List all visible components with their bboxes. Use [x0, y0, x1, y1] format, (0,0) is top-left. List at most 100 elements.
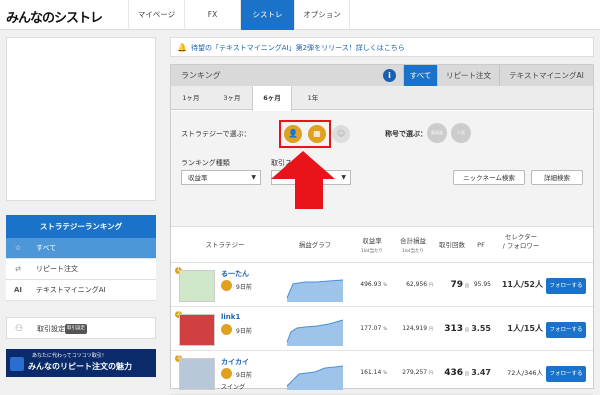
total-value: 279,257	[402, 369, 428, 376]
pf-cell: 95.95	[473, 281, 491, 288]
follow-button[interactable]: フォローする	[546, 278, 586, 294]
selector-cell: 11人/52人	[501, 280, 543, 289]
table-row[interactable]: 2 link1 9日前 177.07 % 124,919 円 313 回 3.5…	[171, 308, 593, 351]
strategy-thumbnail	[179, 358, 215, 390]
notice-text: 待望の「テキストマイニングAI」第2弾をリリース！詳しくはこちら	[191, 44, 405, 52]
yen-unit: 円	[429, 326, 433, 331]
updated-ago: 9日前	[236, 372, 252, 379]
user-icon	[221, 368, 232, 379]
nickname-search-button[interactable]: ニックネーム検索	[453, 170, 525, 185]
yen-unit: 円	[429, 282, 433, 287]
col-rate-sub: 1lot当たり	[360, 249, 384, 254]
total-cell: 279,257 円	[391, 358, 433, 388]
follow-button[interactable]: フォローする	[546, 366, 586, 382]
main-content: 🔔 待望の「テキストマイニングAI」第2弾をリリース！詳しくはこちら ランキング…	[170, 37, 594, 395]
follow-button[interactable]: フォローする	[546, 322, 586, 338]
settings-badge: 取引設定	[65, 324, 87, 334]
profit-graph	[286, 365, 344, 390]
total-value: 62,956	[406, 281, 428, 288]
banner-subtitle: あなたに代わってコツコツ取引！	[32, 353, 107, 359]
col-rate[interactable]: 収益率 1lot当たり	[355, 237, 389, 256]
updated-ago: 9日前	[236, 328, 252, 335]
trade-settings-label: 取引設定	[37, 325, 65, 333]
nav-tab-fx[interactable]: FX	[184, 0, 240, 30]
percent-unit: %	[383, 326, 387, 331]
ranking-kind-select[interactable]: 収益率 ▼	[181, 170, 261, 185]
sidebar-item-ai[interactable]: AI テキストマイニングAI	[6, 280, 156, 301]
ai-icon: AI	[13, 286, 23, 294]
ranking-title: ランキング	[181, 71, 221, 80]
percent-unit: %	[383, 370, 387, 375]
total-cell: 62,956 円	[391, 270, 433, 300]
ranking-kind-value: 収益率	[188, 174, 208, 182]
ranking-kind-label: ランキング種類	[181, 159, 230, 167]
rate-cell: 177.07 %	[351, 314, 387, 344]
rate-value: 177.07	[360, 325, 382, 332]
col-selector-label: セレクター	[504, 233, 538, 241]
trade-settings-link[interactable]: ⚇ 取引設定 取引設定	[6, 317, 156, 339]
user-strategy-icon[interactable]: 👤	[284, 125, 302, 143]
sidebar-item-all[interactable]: ☆ すべて	[6, 238, 156, 259]
user-icon: ⚇	[15, 324, 24, 334]
period-3m[interactable]: 3ヶ月	[212, 86, 252, 110]
count-cell: 436 回	[435, 358, 469, 389]
sidebar-item-repeat[interactable]: ⇄ リピート注文	[6, 259, 156, 280]
count-cell: 79 回	[435, 270, 469, 301]
ranking-header: ランキング i すべて リピート注文 テキストマイニングAI	[171, 65, 593, 86]
rate-value: 161.14	[360, 369, 382, 376]
detail-search-button[interactable]: 詳細検索	[531, 170, 583, 185]
col-rate-label: 収益率	[362, 237, 382, 245]
strategy-name[interactable]: カイカイ	[221, 357, 249, 367]
high-profit-badge[interactable]: 高収益	[427, 123, 447, 143]
notice-bar[interactable]: 🔔 待望の「テキストマイニングAI」第2弾をリリース！詳しくはこちら	[170, 37, 594, 57]
caret-down-icon: ▼	[341, 174, 346, 181]
bell-icon: 🔔	[177, 43, 187, 52]
col-pf[interactable]: PF	[471, 241, 491, 250]
tab-all[interactable]: すべて	[403, 65, 437, 86]
strategy-thumbnail	[179, 314, 215, 346]
building-strategy-icon[interactable]: ▦	[308, 125, 326, 143]
col-follower-label: / フォロワー	[502, 242, 540, 250]
popular-badge[interactable]: 人気	[451, 123, 471, 143]
sidebar-heading: ストラテジーランキング	[6, 215, 156, 238]
site-logo[interactable]: みんなのシストレ	[6, 7, 103, 26]
table-row[interactable]: 1 る一たん 9日前 496.93 % 62,956 円 79 回 95.95 …	[171, 264, 593, 307]
strategy-name[interactable]: る一たん	[221, 269, 249, 279]
repeat-order-banner[interactable]: あなたに代わってコツコツ取引！ みんなのリピート注文の魅力	[6, 349, 156, 377]
period-1y[interactable]: 1年	[293, 86, 333, 110]
ad-placeholder	[6, 37, 156, 201]
col-strategy: ストラテジー	[205, 241, 245, 249]
user-icon	[221, 280, 232, 291]
profit-graph	[286, 279, 344, 302]
tab-text-mining-ai[interactable]: テキストマイニングAI	[499, 65, 593, 86]
count-cell: 313 回	[435, 314, 469, 345]
title-filter-label: 称号で選ぶ：	[385, 130, 427, 138]
strategy-name[interactable]: link1	[221, 313, 240, 321]
col-total[interactable]: 合計損益 1lot当たり	[391, 237, 435, 256]
sidebar-item-label: すべて	[36, 244, 57, 252]
sidebar-item-label: リピート注文	[36, 265, 78, 273]
star-icon: ☆	[14, 244, 22, 252]
caret-down-icon: ▼	[251, 174, 256, 181]
info-icon[interactable]: i	[383, 69, 396, 82]
strategy-filter-label: ストラテジーで選ぶ：	[181, 130, 251, 138]
strategy-thumbnail	[179, 270, 215, 302]
period-6m[interactable]: 6ヶ月	[252, 86, 292, 111]
total-cell: 124,919 円	[391, 314, 433, 344]
count-value: 79	[450, 280, 464, 290]
selector-cell: 1人/15人	[507, 324, 543, 333]
col-total-label: 合計損益	[400, 237, 426, 245]
tab-repeat[interactable]: リピート注文	[437, 65, 499, 86]
period-1m[interactable]: 1ヶ月	[171, 86, 211, 110]
red-arrow-head	[271, 151, 335, 179]
nav-tab-mypage[interactable]: マイページ	[128, 0, 184, 30]
ranking-panel: ランキング i すべて リピート注文 テキストマイニングAI 1ヶ月 3ヶ月 6…	[170, 64, 594, 395]
red-arrow-body	[295, 177, 323, 209]
col-graph: 損益グラフ	[298, 241, 332, 249]
robot-strategy-icon[interactable]: ☺	[332, 125, 350, 143]
nav-tab-option[interactable]: オプション	[294, 0, 350, 30]
nav-tab-systrade[interactable]: シストレ	[240, 0, 294, 30]
col-count[interactable]: 取引回数	[435, 241, 469, 250]
col-selector[interactable]: セレクター / フォロワー	[496, 233, 546, 251]
percent-unit: %	[383, 282, 387, 287]
